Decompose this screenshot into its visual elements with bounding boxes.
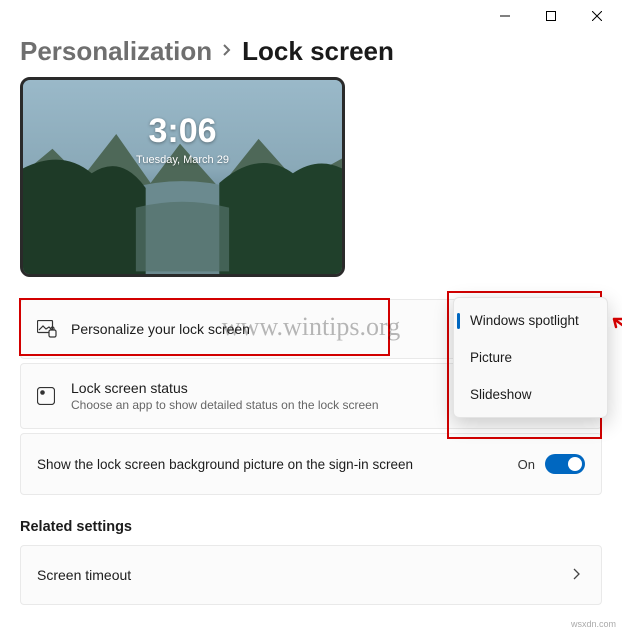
preview-time: 3:06 (148, 112, 216, 151)
screen-timeout-row[interactable]: Screen timeout (20, 545, 602, 605)
preview-date: Tuesday, March 29 (136, 154, 229, 166)
breadcrumb-parent[interactable]: Personalization (20, 36, 212, 67)
close-button[interactable] (574, 0, 620, 32)
card-title: Show the lock screen background picture … (37, 457, 518, 472)
dropdown-option-slideshow[interactable]: Slideshow (454, 376, 607, 413)
source-watermark: wsxdn.com (571, 619, 616, 629)
background-type-dropdown[interactable]: Windows spotlight Picture Slideshow (453, 297, 608, 418)
app-status-icon (37, 387, 63, 405)
toggle-state-label: On (518, 457, 535, 472)
window-titlebar (0, 0, 622, 32)
maximize-button[interactable] (528, 0, 574, 32)
breadcrumb-current: Lock screen (242, 36, 394, 67)
dropdown-option-picture[interactable]: Picture (454, 339, 607, 376)
breadcrumb: Personalization Lock screen (20, 36, 602, 67)
lock-screen-preview: 3:06 Tuesday, March 29 (20, 77, 345, 277)
chevron-right-icon (569, 567, 585, 583)
signin-picture-toggle[interactable] (545, 454, 585, 474)
card-title: Screen timeout (37, 567, 561, 583)
dropdown-option-spotlight[interactable]: Windows spotlight (454, 302, 607, 339)
signin-picture-toggle-row: Show the lock screen background picture … (20, 433, 602, 495)
related-settings-heading: Related settings (20, 519, 602, 535)
minimize-button[interactable] (482, 0, 528, 32)
chevron-right-icon (222, 41, 232, 62)
annotation-arrow-icon (610, 315, 622, 344)
picture-lock-icon (37, 320, 63, 338)
